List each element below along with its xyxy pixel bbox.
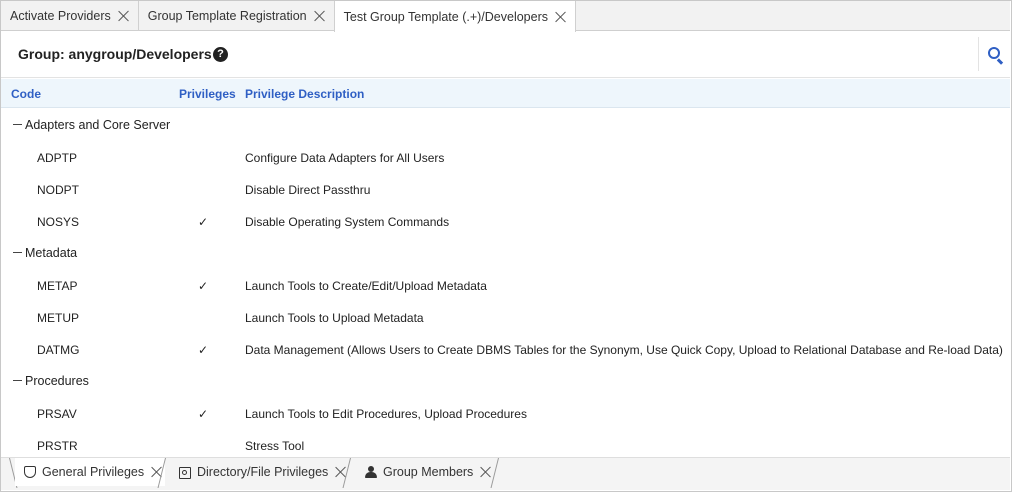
check-icon[interactable]: ✓ [198, 279, 208, 293]
page-title: Group: anygroup/Developers [18, 46, 212, 62]
privilege-code: ADPTP [37, 151, 78, 165]
close-icon[interactable] [314, 10, 326, 22]
table-row[interactable]: ADPTP Configure Data Adapters for All Us… [1, 141, 1010, 173]
tab-label: Directory/File Privileges [197, 465, 329, 479]
privilege-code: NOSYS [37, 215, 80, 229]
privilege-description: Stress Tool [245, 439, 305, 453]
privilege-code: METAP [37, 279, 78, 293]
table-header: Code Privileges Privilege Description [1, 79, 1010, 108]
tab-directory-file-privileges[interactable]: Directory/File Privileges [171, 458, 351, 486]
check-icon[interactable]: ✓ [198, 343, 208, 357]
table-row[interactable]: DATMG ✓ Data Management (Allows Users to… [1, 333, 1010, 365]
tab-label: Test Group Template (.+)/Developers [343, 9, 549, 24]
collapse-icon[interactable] [13, 252, 22, 254]
table-row[interactable]: NOSYS ✓ Disable Operating System Command… [1, 205, 1010, 237]
table-row[interactable]: METUP Launch Tools to Upload Metadata [1, 301, 1010, 333]
column-header-privileges[interactable]: Privileges [179, 87, 236, 101]
table-row[interactable]: PRSAV ✓ Launch Tools to Edit Procedures,… [1, 397, 1010, 429]
collapse-icon[interactable] [13, 124, 22, 126]
search-button[interactable] [978, 37, 1010, 71]
close-icon[interactable] [118, 10, 130, 22]
tab-label: General Privileges [42, 465, 145, 479]
shield-icon [24, 466, 36, 478]
privilege-code: DATMG [37, 343, 80, 357]
privilege-description: Disable Operating System Commands [245, 215, 450, 229]
privilege-description: Launch Tools to Upload Metadata [245, 311, 424, 325]
close-icon[interactable] [555, 11, 567, 23]
tab-test-group-template[interactable]: Test Group Template (.+)/Developers [333, 1, 577, 32]
column-header-description[interactable]: Privilege Description [245, 87, 364, 101]
tab-label: Activate Providers [10, 9, 111, 23]
group-row-metadata[interactable]: Metadata [1, 237, 1010, 269]
privilege-description: Launch Tools to Edit Procedures, Upload … [245, 407, 527, 421]
tab-general-privileges[interactable]: General Privileges [15, 458, 165, 486]
close-icon[interactable] [480, 466, 492, 478]
top-tab-strip: Activate Providers Group Template Regist… [1, 1, 1010, 32]
privilege-description: Data Management (Allows Users to Create … [245, 343, 1003, 357]
check-icon[interactable]: ✓ [198, 407, 208, 421]
group-row-procedures[interactable]: Procedures [1, 365, 1010, 397]
table-row[interactable]: METAP ✓ Launch Tools to Create/Edit/Uplo… [1, 269, 1010, 301]
privilege-code: METUP [37, 311, 79, 325]
group-row-adapters[interactable]: Adapters and Core Server [1, 109, 1010, 141]
privilege-description: Launch Tools to Create/Edit/Upload Metad… [245, 279, 487, 293]
group-label: Metadata [25, 246, 78, 260]
group-header: Group: anygroup/Developers ? [1, 32, 1010, 78]
group-label: Adapters and Core Server [25, 118, 171, 132]
group-label: Procedures [25, 374, 89, 388]
privileges-table-body: Adapters and Core Server ADPTP Configure… [1, 109, 1010, 457]
bottom-tab-strip: General Privileges Directory/File Privil… [1, 457, 1010, 490]
column-header-code[interactable]: Code [11, 87, 41, 101]
tab-activate-providers[interactable]: Activate Providers [1, 1, 139, 31]
tab-label: Group Template Registration [147, 9, 307, 23]
folder-icon [179, 466, 191, 479]
table-row[interactable]: NODPT Disable Direct Passthru [1, 173, 1010, 205]
check-icon[interactable]: ✓ [198, 215, 208, 229]
collapse-icon[interactable] [13, 380, 22, 382]
help-icon[interactable]: ? [213, 47, 228, 62]
privilege-code: PRSAV [37, 407, 77, 421]
privilege-code: NODPT [37, 183, 79, 197]
person-icon [365, 466, 377, 478]
tab-group-members[interactable]: Group Members [357, 458, 497, 486]
tab-group-template-registration[interactable]: Group Template Registration [139, 1, 335, 31]
search-icon [988, 47, 1000, 59]
privilege-description: Configure Data Adapters for All Users [245, 151, 445, 165]
privilege-description: Disable Direct Passthru [245, 183, 371, 197]
privilege-code: PRSTR [37, 439, 78, 453]
tab-label: Group Members [383, 465, 474, 479]
table-row[interactable]: PRSTR Stress Tool [1, 429, 1010, 457]
